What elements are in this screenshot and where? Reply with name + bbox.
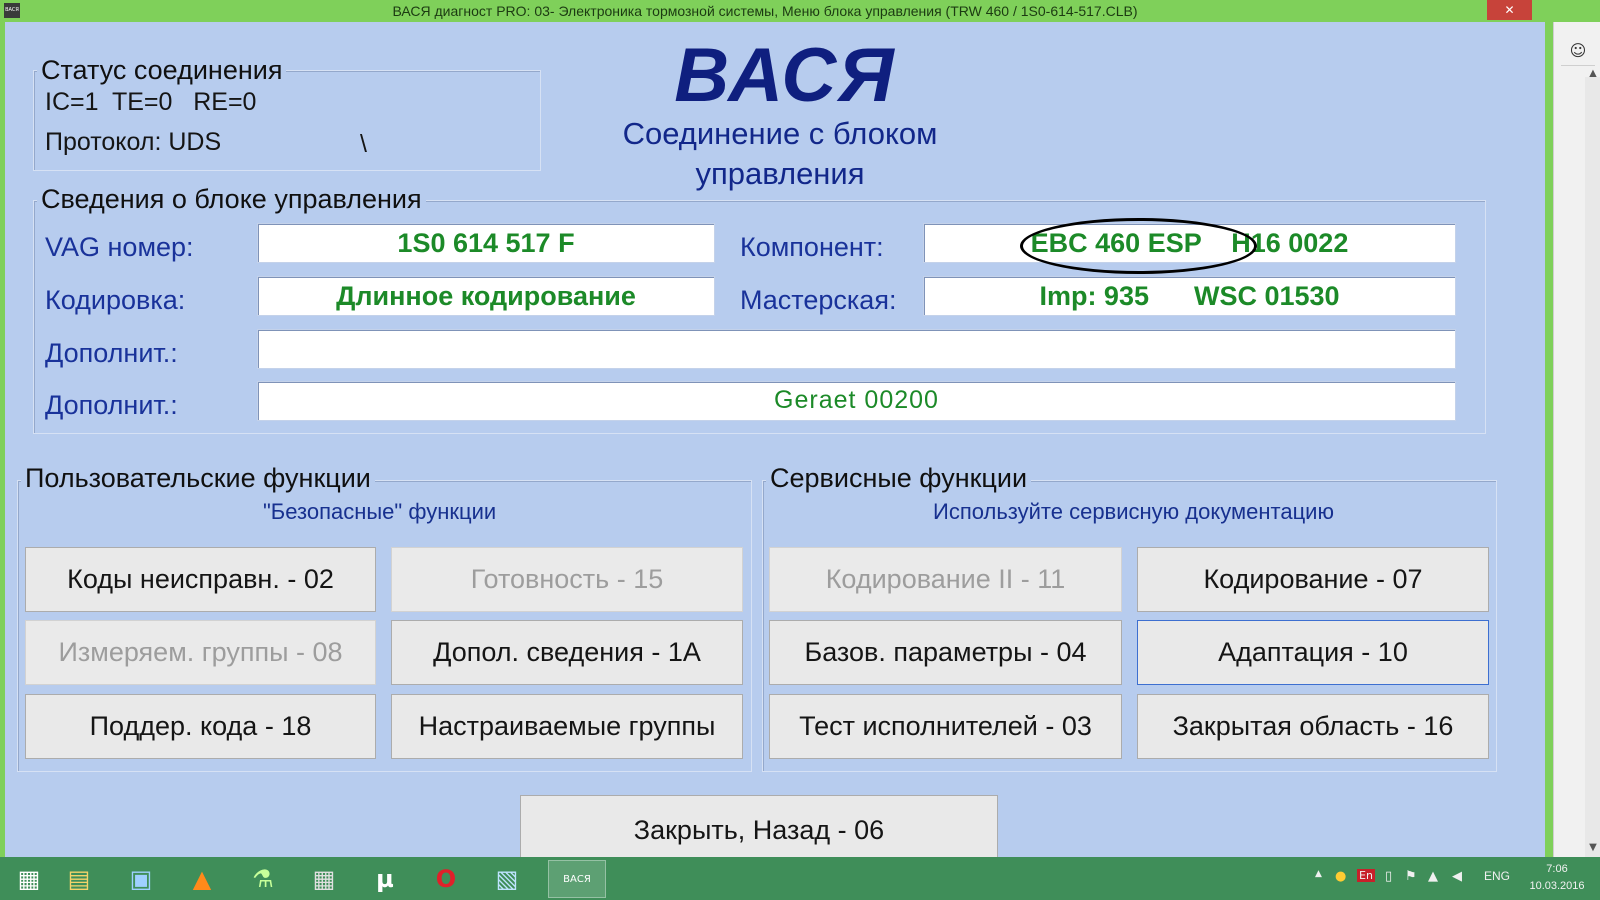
- service-functions-title: Сервисные функции: [766, 463, 1032, 494]
- coding-field: Длинное кодирование: [257, 276, 715, 316]
- close-back-button[interactable]: Закрыть, Назад - 06: [520, 795, 998, 857]
- tool-icon[interactable]: ⚗: [234, 860, 292, 898]
- battery-icon[interactable]: ▯: [1385, 869, 1392, 884]
- workshop-label: Мастерская:: [740, 285, 897, 315]
- right-side-panel: ☺ ▲ ▼: [1553, 22, 1600, 857]
- volume-icon[interactable]: ◀: [1452, 869, 1462, 884]
- vag-number-value: 1S0 614 517 F: [397, 228, 575, 258]
- main-window: Статус соединения IC=1 TE=0 RE=0 Протоко…: [0, 22, 1553, 857]
- code-support-button[interactable]: Поддер. кода - 18: [25, 694, 376, 759]
- tray-expand-icon[interactable]: ▲: [1315, 869, 1322, 879]
- subtitle-line-2: управления: [695, 156, 865, 191]
- vasya-taskbar-icon[interactable]: ВАСЯ: [548, 860, 606, 898]
- vlc-icon[interactable]: ▲: [173, 860, 231, 898]
- user-functions-note: "Безопасные" функции: [263, 499, 497, 524]
- scrollbar-track[interactable]: [1585, 77, 1600, 857]
- user-icon[interactable]: ☺: [1561, 36, 1595, 66]
- connection-counters: IC=1 TE=0 RE=0: [45, 88, 257, 116]
- custom-groups-button[interactable]: Настраиваемые группы: [391, 694, 743, 759]
- subtitle-line-1: Соединение с блоком: [622, 116, 938, 151]
- readiness-button[interactable]: Готовность - 15: [391, 547, 743, 612]
- system-clock[interactable]: 7:06 10.03.2016: [1522, 861, 1592, 895]
- calculator-icon[interactable]: ▦: [295, 860, 353, 898]
- additional-value-2: Geraet 00200: [774, 386, 939, 414]
- extra-info-button[interactable]: Допол. сведения - 1А: [391, 620, 743, 685]
- window-title: ВАСЯ диагност PRO: 03- Электроника тормо…: [392, 3, 1138, 19]
- coding-value: Длинное кодирование: [336, 281, 636, 311]
- service-functions-note: Используйте сервисную документацию: [933, 499, 1334, 524]
- app-logo: ВАСЯ: [674, 33, 896, 118]
- measuring-groups-button[interactable]: Измеряем. группы - 08: [25, 620, 376, 685]
- clock-time: 7:06: [1546, 863, 1568, 875]
- taskbar: ▦ ▤ ▣ ▲ ⚗ ▦ µ O ▧ ВАСЯ ▲ ● En ▯ ⚑ ▲ ◀ EN…: [0, 857, 1600, 900]
- basic-settings-button[interactable]: Базов. параметры - 04: [769, 620, 1122, 685]
- coding-button[interactable]: Кодирование - 07: [1137, 547, 1489, 612]
- protocol-label: Протокол: UDS: [45, 128, 222, 156]
- output-tests-button[interactable]: Тест исполнителей - 03: [769, 694, 1122, 759]
- coding-label: Кодировка:: [45, 285, 186, 315]
- activity-spinner: \: [360, 130, 367, 158]
- image-viewer-icon[interactable]: ▧: [478, 860, 536, 898]
- control-panel-icon[interactable]: ▣: [112, 860, 170, 898]
- close-icon: ✕: [1504, 3, 1515, 17]
- clock-date: 10.03.2016: [1529, 880, 1585, 892]
- adaptation-button[interactable]: Адаптация - 10: [1137, 620, 1489, 685]
- vag-number-field: 1S0 614 517 F: [257, 223, 715, 263]
- additional-field-2: Geraet 00200: [257, 381, 1456, 421]
- title-bar: ВАСЯ ВАСЯ диагност PRO: 03- Электроника …: [0, 0, 1600, 22]
- component-label: Компонент:: [740, 232, 884, 262]
- close-window-button[interactable]: ✕: [1487, 0, 1532, 20]
- language-box-icon[interactable]: En: [1357, 869, 1375, 882]
- utorrent-icon[interactable]: µ: [356, 860, 414, 898]
- fault-codes-button[interactable]: Коды неисправн. - 02: [25, 547, 376, 612]
- additional-field-1: [257, 329, 1456, 369]
- flag-icon[interactable]: ⚑: [1405, 869, 1417, 884]
- scroll-down-icon[interactable]: ▼: [1585, 842, 1600, 853]
- coding-ii-button[interactable]: Кодирование II - 11: [769, 547, 1122, 612]
- security-access-button[interactable]: Закрытая область - 16: [1137, 694, 1489, 759]
- opera-icon[interactable]: O: [417, 860, 475, 898]
- tray-app-icon[interactable]: ●: [1335, 869, 1346, 884]
- additional-label-1: Дополнит.:: [45, 338, 178, 368]
- additional-label-2: Дополнит.:: [45, 390, 178, 420]
- file-explorer-icon[interactable]: ▤: [50, 860, 108, 898]
- vag-number-label: VAG номер:: [45, 232, 194, 262]
- workshop-value: Imp: 935 WSC 01530: [1039, 281, 1340, 311]
- user-functions-title: Пользовательские функции: [21, 463, 375, 494]
- page-subtitle: Соединение с блоком управления: [575, 114, 985, 194]
- connection-status-title: Статус соединения: [37, 55, 287, 86]
- workshop-field: Imp: 935 WSC 01530: [923, 276, 1456, 316]
- input-language[interactable]: ENG: [1484, 869, 1510, 883]
- highlight-oval: [1020, 218, 1257, 274]
- control-unit-info-title: Сведения о блоке управления: [37, 184, 426, 215]
- network-icon[interactable]: ▲: [1428, 869, 1438, 884]
